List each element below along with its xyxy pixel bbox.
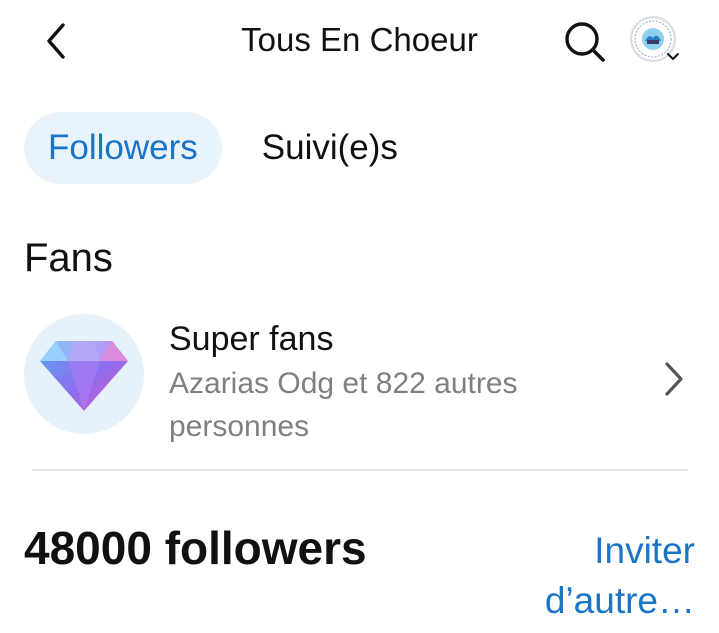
chevron-down-icon bbox=[667, 53, 679, 60]
diamond-icon bbox=[40, 341, 128, 411]
top-bar: Tous En Choeur bbox=[0, 0, 719, 82]
fans-section-title: Fans bbox=[24, 236, 113, 280]
followers-count: 48000 followers bbox=[24, 522, 367, 574]
super-fans-badge bbox=[24, 314, 144, 434]
divider bbox=[32, 469, 688, 471]
tab-followers[interactable]: Followers bbox=[24, 112, 222, 184]
invite-others-link[interactable]: Inviter d’autre… bbox=[495, 526, 695, 626]
tab-suivis[interactable]: Suivi(e)s bbox=[262, 112, 398, 184]
super-fans-row[interactable]: Super fans Azarias Odg et 822 autres per… bbox=[24, 312, 694, 452]
super-fans-description: Azarias Odg et 822 autres personnes bbox=[169, 367, 518, 443]
chevron-right-icon bbox=[665, 362, 683, 396]
tab-bar: Followers Suivi(e)s bbox=[24, 112, 398, 184]
page-title: Tous En Choeur bbox=[241, 21, 478, 58]
super-fans-title: Super fans bbox=[169, 320, 334, 358]
account-switcher[interactable] bbox=[630, 16, 682, 66]
search-button[interactable] bbox=[558, 18, 610, 64]
search-icon bbox=[565, 22, 605, 62]
